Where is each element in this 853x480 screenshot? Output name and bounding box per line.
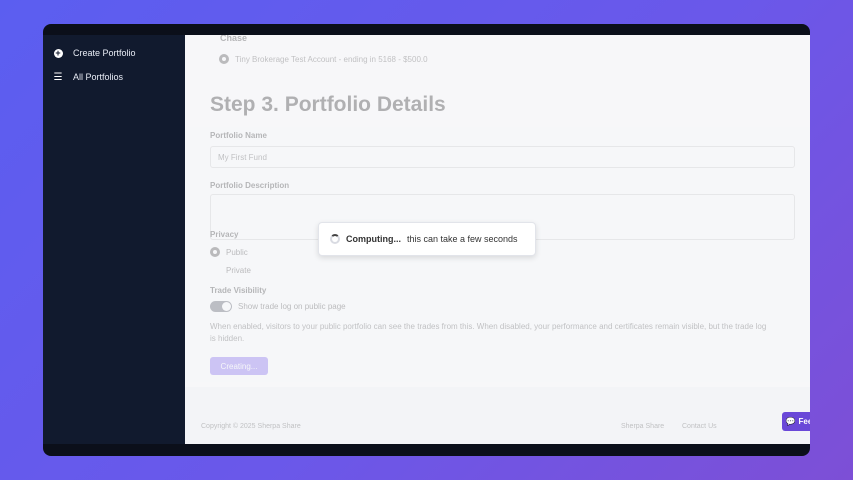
computing-subtext: this can take a few seconds bbox=[407, 234, 518, 244]
account-option-label: Tiny Brokerage Test Account - ending in … bbox=[235, 54, 428, 64]
computing-label: Computing... bbox=[346, 234, 401, 244]
trade-log-toggle-row[interactable]: Show trade log on public page bbox=[210, 301, 346, 312]
computing-toast: Computing... this can take a few seconds bbox=[318, 222, 536, 256]
trade-log-toggle-label: Show trade log on public page bbox=[238, 302, 346, 311]
page-title: Step 3. Portfolio Details bbox=[210, 93, 446, 116]
footer-copyright: Copyright © 2025 Sherpa Share bbox=[201, 423, 301, 430]
radio-selected-icon[interactable] bbox=[210, 247, 220, 257]
sidebar: + Create Portfolio ☰ All Portfolios bbox=[43, 35, 185, 444]
footer-link-contact[interactable]: Contact Us bbox=[682, 423, 717, 430]
feedback-button[interactable]: 💬 Feedback bbox=[782, 412, 810, 431]
chat-bubble-icon: 💬 bbox=[785, 417, 796, 426]
portfolio-description-label: Portfolio Description bbox=[210, 181, 290, 190]
trade-log-toggle[interactable] bbox=[210, 301, 232, 312]
sidebar-item-label: Create Portfolio bbox=[73, 48, 136, 58]
account-option[interactable]: Tiny Brokerage Test Account - ending in … bbox=[219, 54, 428, 64]
plus-circle-icon: + bbox=[53, 47, 63, 58]
list-icon: ☰ bbox=[53, 71, 63, 83]
privacy-option-label: Private bbox=[226, 265, 251, 275]
create-button-label: Creating... bbox=[220, 361, 258, 371]
portfolio-name-input[interactable]: My First Fund bbox=[210, 146, 795, 168]
trade-visibility-label: Trade Visibility bbox=[210, 286, 267, 295]
broker-heading: Chase bbox=[220, 35, 248, 43]
privacy-option-label: Public bbox=[226, 247, 248, 257]
sidebar-item-label: All Portfolios bbox=[73, 72, 124, 82]
privacy-option-public[interactable]: Public bbox=[210, 247, 248, 257]
sidebar-item-create-portfolio[interactable]: + Create Portfolio bbox=[43, 41, 185, 65]
footer-link-home[interactable]: Sherpa Share bbox=[621, 423, 664, 430]
privacy-label: Privacy bbox=[210, 230, 239, 239]
radio-selected-icon[interactable] bbox=[219, 54, 229, 64]
portfolio-form-card: Chase Tiny Brokerage Test Account - endi… bbox=[185, 35, 810, 387]
portfolio-name-label: Portfolio Name bbox=[210, 131, 267, 140]
create-portfolio-button[interactable]: Creating... bbox=[210, 357, 268, 375]
privacy-option-private[interactable]: Private bbox=[210, 265, 251, 275]
spinner-icon bbox=[330, 234, 340, 244]
sidebar-item-all-portfolios[interactable]: ☰ All Portfolios bbox=[43, 65, 185, 89]
feedback-label: Feedback bbox=[798, 417, 810, 426]
trade-visibility-help-text: When enabled, visitors to your public po… bbox=[210, 322, 767, 343]
